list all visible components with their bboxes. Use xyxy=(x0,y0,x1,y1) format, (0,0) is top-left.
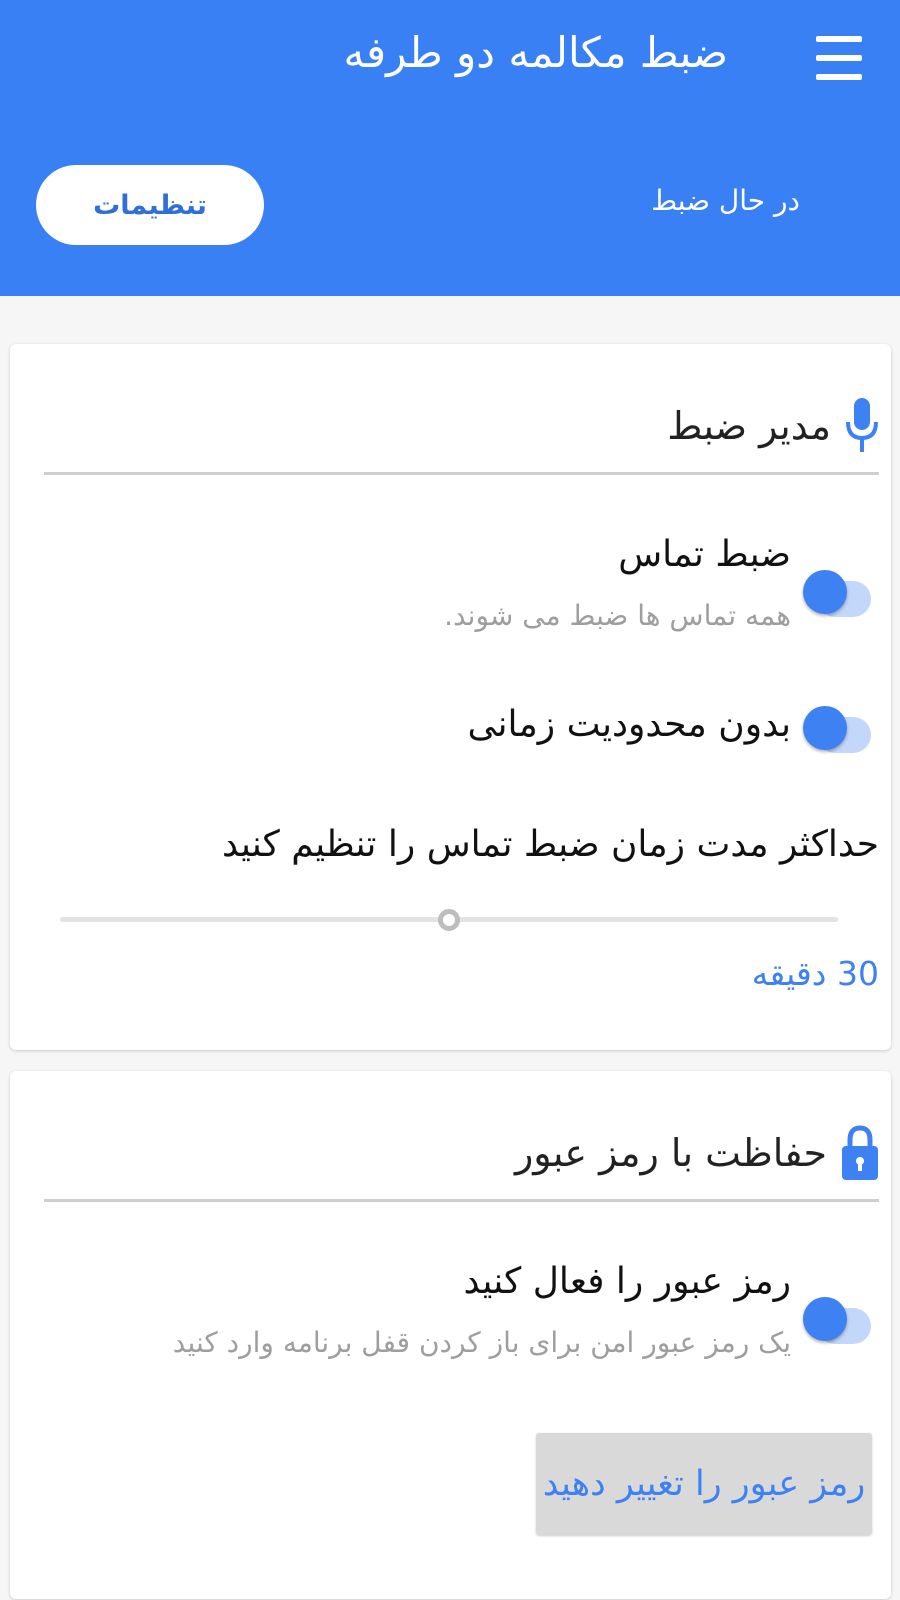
max-duration-label: حداکثر مدت زمان ضبط تماس را تنظیم کنید xyxy=(222,824,879,865)
tab-settings[interactable]: تنظیمات xyxy=(36,165,264,245)
password-protection-title: حفاظت با رمز عبور xyxy=(514,1131,827,1175)
no-time-limit-toggle[interactable] xyxy=(803,698,873,758)
password-protection-card: حفاظت با رمز عبور رمز عبور را فعال کنید … xyxy=(10,1071,891,1599)
enable-password-toggle[interactable] xyxy=(803,1289,873,1349)
call-recording-title: ضبط تماس xyxy=(618,534,791,575)
lock-icon xyxy=(842,1125,878,1180)
section-divider xyxy=(44,472,879,475)
app-bar: ضبط مکالمه دو طرفه در حال ضبط تنظیمات xyxy=(0,0,900,296)
change-password-button[interactable]: رمز عبور را تغییر دهید xyxy=(536,1433,872,1535)
app-title: ضبط مکالمه دو طرفه xyxy=(343,28,728,77)
max-duration-value: 30 دقیقه xyxy=(751,954,879,993)
recording-manager-title: مدیر ضبط xyxy=(667,404,831,448)
hamburger-menu-icon[interactable] xyxy=(816,36,862,80)
password-protection-header: حفاظت با رمز عبور xyxy=(515,1121,879,1185)
call-recording-subtitle: همه تماس ها ضبط می شوند. xyxy=(444,599,791,632)
enable-password-title: رمز عبور را فعال کنید xyxy=(463,1261,791,1302)
no-time-limit-title: بدون محدودیت زمانی xyxy=(467,704,792,745)
recording-manager-card: مدیر ضبط ضبط تماس همه تماس ها ضبط می شون… xyxy=(10,344,891,1050)
slider-thumb[interactable] xyxy=(438,909,460,931)
tab-recording[interactable]: در حال ضبط xyxy=(651,184,800,217)
microphone-icon xyxy=(846,398,878,452)
recording-manager-header: مدیر ضبط xyxy=(667,394,879,458)
call-recording-toggle[interactable] xyxy=(803,562,873,622)
section-divider xyxy=(44,1199,879,1202)
enable-password-subtitle: یک رمز عبور امن برای باز کردن قفل برنامه… xyxy=(172,1326,791,1359)
